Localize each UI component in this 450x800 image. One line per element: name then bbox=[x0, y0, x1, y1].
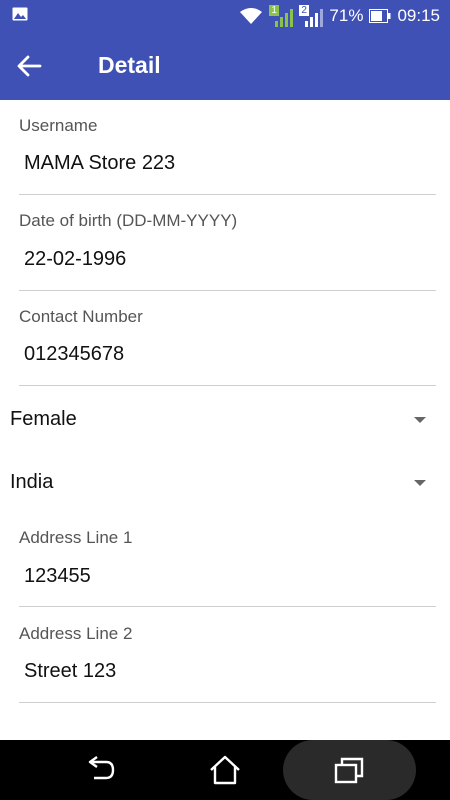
sim1-signal-icon: 1 bbox=[269, 4, 294, 27]
nav-back-icon bbox=[88, 756, 115, 780]
back-arrow-icon[interactable] bbox=[16, 53, 42, 79]
nav-recents-button[interactable] bbox=[315, 740, 385, 800]
clock: 09:15 bbox=[397, 5, 440, 25]
wifi-icon bbox=[240, 7, 263, 24]
app-bar: Detail bbox=[0, 31, 450, 100]
address2-label: Address Line 2 bbox=[19, 624, 133, 643]
status-bar: 1 2 71% 09:15 bbox=[0, 0, 450, 31]
detail-form: Username MAMA Store 223 Date of birth (D… bbox=[0, 100, 450, 740]
dob-input[interactable]: 22-02-1996 bbox=[24, 248, 126, 271]
dob-label: Date of birth (DD-MM-YYYY) bbox=[19, 211, 238, 230]
contact-label: Contact Number bbox=[19, 307, 143, 326]
page-title: Detail bbox=[98, 52, 161, 78]
dropdown-arrow-icon bbox=[414, 417, 426, 423]
battery-icon bbox=[369, 8, 391, 23]
system-nav-bar bbox=[0, 740, 450, 800]
address1-label: Address Line 1 bbox=[19, 528, 133, 547]
address1-input[interactable]: 123455 bbox=[24, 565, 91, 588]
contact-input[interactable]: 012345678 bbox=[24, 343, 124, 366]
dropdown-arrow-icon bbox=[414, 480, 426, 486]
battery-percent: 71% bbox=[329, 5, 364, 25]
username-field[interactable]: Username MAMA Store 223 bbox=[19, 116, 436, 196]
nav-home-button[interactable] bbox=[190, 740, 260, 800]
image-notification-icon bbox=[12, 7, 28, 21]
gender-dropdown[interactable]: Female bbox=[10, 400, 430, 440]
username-input[interactable]: MAMA Store 223 bbox=[24, 152, 175, 175]
contact-field[interactable]: Contact Number 012345678 bbox=[19, 307, 436, 387]
contact-underline bbox=[19, 385, 436, 386]
dob-underline bbox=[19, 290, 436, 291]
address2-input[interactable]: Street 123 bbox=[24, 660, 116, 683]
address2-field[interactable]: Address Line 2 Street 123 bbox=[19, 624, 436, 704]
address2-underline bbox=[19, 702, 436, 703]
username-label: Username bbox=[19, 116, 98, 135]
address1-underline bbox=[19, 606, 436, 607]
country-selected: India bbox=[10, 471, 54, 493]
dob-field[interactable]: Date of birth (DD-MM-YYYY) 22-02-1996 bbox=[19, 211, 436, 291]
country-dropdown[interactable]: India bbox=[10, 463, 430, 503]
address1-field[interactable]: Address Line 1 123455 bbox=[19, 528, 436, 608]
username-underline bbox=[19, 194, 436, 195]
gender-selected: Female bbox=[10, 408, 77, 430]
recents-icon bbox=[334, 757, 364, 784]
home-icon bbox=[210, 755, 240, 785]
status-right: 1 2 71% 09:15 bbox=[239, 0, 440, 31]
sim2-signal-icon: 2 bbox=[299, 4, 324, 27]
nav-back-button[interactable] bbox=[65, 740, 135, 800]
